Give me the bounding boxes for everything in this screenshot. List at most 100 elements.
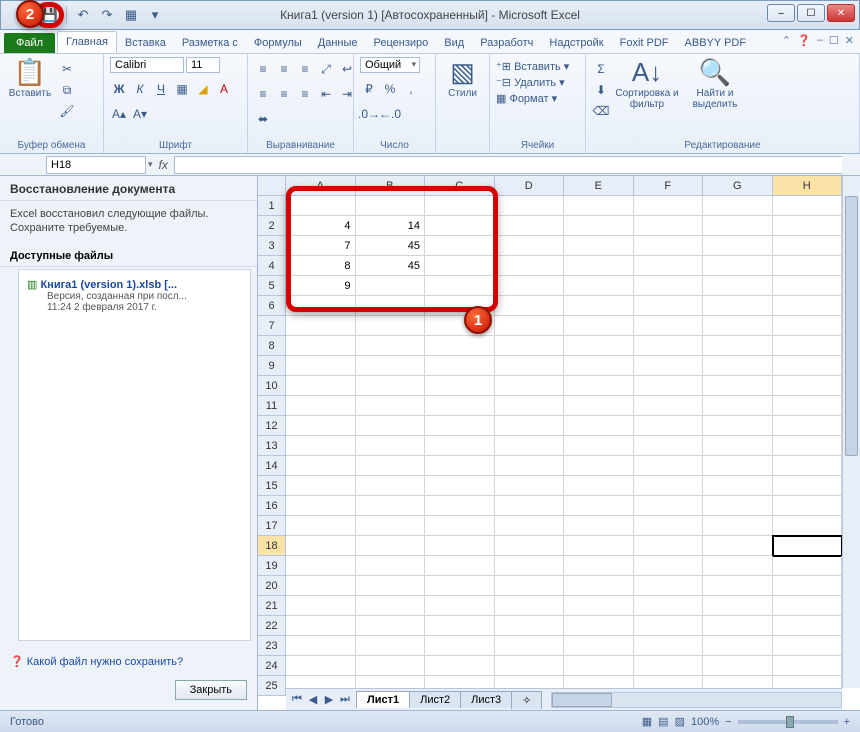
merge-icon[interactable]: ⬌ — [254, 110, 272, 128]
cell-E1[interactable] — [564, 196, 634, 216]
row-header-3[interactable]: 3 — [258, 236, 286, 256]
row-header-14[interactable]: 14 — [258, 456, 286, 476]
cell-H17[interactable] — [773, 516, 843, 536]
cell-D22[interactable] — [495, 616, 565, 636]
cell-D4[interactable] — [495, 256, 565, 276]
cell-G15[interactable] — [703, 476, 773, 496]
align-right-icon[interactable]: ≡ — [296, 85, 314, 103]
cell-A7[interactable] — [286, 316, 356, 336]
cell-C14[interactable] — [425, 456, 495, 476]
cell-G7[interactable] — [703, 316, 773, 336]
cell-A2[interactable]: 4 — [286, 216, 356, 236]
cell-H6[interactable] — [773, 296, 843, 316]
grow-font-icon[interactable]: A▴ — [110, 105, 128, 123]
row-header-11[interactable]: 11 — [258, 396, 286, 416]
row-header-13[interactable]: 13 — [258, 436, 286, 456]
cell-C18[interactable] — [425, 536, 495, 556]
dec-indent-icon[interactable]: ⇤ — [317, 85, 335, 103]
cell-G14[interactable] — [703, 456, 773, 476]
row-header-20[interactable]: 20 — [258, 576, 286, 596]
cell-F23[interactable] — [634, 636, 704, 656]
row-header-15[interactable]: 15 — [258, 476, 286, 496]
dec-decimal-icon[interactable]: ←.0 — [381, 105, 399, 123]
cell-H10[interactable] — [773, 376, 843, 396]
row-header-6[interactable]: 6 — [258, 296, 286, 316]
cells-area[interactable]: 4147458459 — [286, 196, 842, 688]
cell-E10[interactable] — [564, 376, 634, 396]
col-header-E[interactable]: E — [564, 176, 634, 196]
cell-C17[interactable] — [425, 516, 495, 536]
cell-C3[interactable] — [425, 236, 495, 256]
tab-addins[interactable]: Надстройк — [541, 33, 611, 53]
cell-G8[interactable] — [703, 336, 773, 356]
cell-A17[interactable] — [286, 516, 356, 536]
cell-G23[interactable] — [703, 636, 773, 656]
help-icon[interactable]: ❓ — [797, 34, 811, 47]
cell-C5[interactable] — [425, 276, 495, 296]
cell-B2[interactable]: 14 — [356, 216, 426, 236]
cell-C15[interactable] — [425, 476, 495, 496]
font-name-select[interactable] — [110, 57, 184, 73]
cell-E2[interactable] — [564, 216, 634, 236]
cell-D19[interactable] — [495, 556, 565, 576]
cell-C19[interactable] — [425, 556, 495, 576]
tab-abbyy[interactable]: ABBYY PDF — [677, 33, 755, 53]
cell-F6[interactable] — [634, 296, 704, 316]
cell-G1[interactable] — [703, 196, 773, 216]
cell-G20[interactable] — [703, 576, 773, 596]
cell-E23[interactable] — [564, 636, 634, 656]
font-size-select[interactable] — [186, 57, 220, 73]
cell-C20[interactable] — [425, 576, 495, 596]
currency-icon[interactable]: ₽ — [360, 80, 378, 98]
cell-E6[interactable] — [564, 296, 634, 316]
close-window-button[interactable]: ✕ — [827, 4, 855, 22]
cell-D17[interactable] — [495, 516, 565, 536]
percent-icon[interactable]: % — [381, 80, 399, 98]
cell-E3[interactable] — [564, 236, 634, 256]
cell-D9[interactable] — [495, 356, 565, 376]
cell-D16[interactable] — [495, 496, 565, 516]
recovery-close-button[interactable]: Закрыть — [175, 680, 247, 700]
cell-D10[interactable] — [495, 376, 565, 396]
cell-H22[interactable] — [773, 616, 843, 636]
cell-H13[interactable] — [773, 436, 843, 456]
fill-icon[interactable]: ⬇ — [592, 81, 610, 99]
cell-G18[interactable] — [703, 536, 773, 556]
cell-F13[interactable] — [634, 436, 704, 456]
row-header-21[interactable]: 21 — [258, 596, 286, 616]
cell-B24[interactable] — [356, 656, 426, 676]
cell-G24[interactable] — [703, 656, 773, 676]
cell-H4[interactable] — [773, 256, 843, 276]
name-box[interactable] — [46, 156, 146, 174]
cell-D6[interactable] — [495, 296, 565, 316]
cell-F7[interactable] — [634, 316, 704, 336]
cell-A12[interactable] — [286, 416, 356, 436]
cell-B1[interactable] — [356, 196, 426, 216]
cell-B12[interactable] — [356, 416, 426, 436]
cell-D5[interactable] — [495, 276, 565, 296]
cell-F14[interactable] — [634, 456, 704, 476]
row-header-16[interactable]: 16 — [258, 496, 286, 516]
cell-B8[interactable] — [356, 336, 426, 356]
cell-C22[interactable] — [425, 616, 495, 636]
delete-cells-button[interactable]: ⁻⊟ Удалить ▾ — [496, 76, 579, 89]
sheet-tab-3[interactable]: Лист3 — [460, 691, 512, 708]
cell-B18[interactable] — [356, 536, 426, 556]
cell-E17[interactable] — [564, 516, 634, 536]
cell-A18[interactable] — [286, 536, 356, 556]
zoom-slider[interactable] — [738, 720, 838, 724]
cell-A9[interactable] — [286, 356, 356, 376]
tab-data[interactable]: Данные — [310, 33, 366, 53]
select-all-corner[interactable] — [258, 176, 286, 196]
cell-H20[interactable] — [773, 576, 843, 596]
col-header-B[interactable]: B — [356, 176, 426, 196]
name-box-dropdown-icon[interactable]: ▾ — [148, 159, 153, 170]
cell-C24[interactable] — [425, 656, 495, 676]
tab-layout[interactable]: Разметка с — [174, 33, 246, 53]
font-color-icon[interactable]: A — [215, 80, 233, 98]
cell-C4[interactable] — [425, 256, 495, 276]
cell-D24[interactable] — [495, 656, 565, 676]
sheet-first-icon[interactable]: ⏮ — [290, 693, 304, 706]
cell-B22[interactable] — [356, 616, 426, 636]
cell-G12[interactable] — [703, 416, 773, 436]
